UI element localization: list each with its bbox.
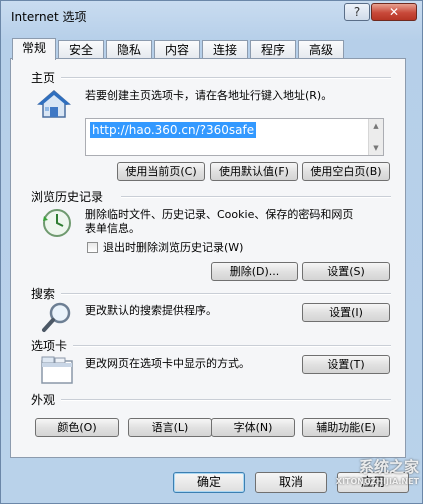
use-current-button[interactable]: 使用当前页(C) xyxy=(117,162,205,181)
use-blank-button[interactable]: 使用空白页(B) xyxy=(302,162,390,181)
title-bar[interactable]: Internet 选项 ? ✕ xyxy=(1,1,422,31)
tabs-section-title: 选项卡 xyxy=(31,339,68,353)
tab-privacy[interactable]: 隐私 xyxy=(106,40,152,59)
general-tab-panel: 主页 若要创建主页选项卡，请在各地址行键入地址(R)。 http://hao.3… xyxy=(10,58,406,458)
tab-advanced[interactable]: 高级 xyxy=(298,40,344,59)
watermark-line2: XITONGZHIJIA.NET xyxy=(335,477,419,486)
search-settings-button[interactable]: 设置(I) xyxy=(302,303,390,322)
url-scrollbar[interactable]: ▲ ▼ xyxy=(368,119,383,155)
magnifier-icon xyxy=(42,302,71,332)
tab-security[interactable]: 安全 xyxy=(58,40,104,59)
history-description-line1: 删除临时文件、历史记录、Cookie、保存的密码和网页 xyxy=(85,208,354,221)
search-section-title: 搜索 xyxy=(31,287,56,301)
home-description: 若要创建主页选项卡，请在各地址行键入地址(R)。 xyxy=(85,89,333,102)
window-title: Internet 选项 xyxy=(11,10,87,24)
house-icon xyxy=(37,90,71,118)
watermark-line1: 系统之家 xyxy=(358,458,419,476)
delete-history-on-exit-checkbox[interactable] xyxy=(87,242,98,253)
fonts-button[interactable]: 字体(N) xyxy=(211,418,295,437)
history-settings-button[interactable]: 设置(S) xyxy=(302,262,390,281)
watermark-logo: 系统之家 XITONGZHIJIA.NET xyxy=(301,457,419,501)
history-separator xyxy=(121,196,391,198)
ok-button[interactable]: 确定 xyxy=(173,472,245,493)
tab-content[interactable]: 内容 xyxy=(154,40,200,59)
clock-history-icon xyxy=(43,209,71,237)
history-section-title: 浏览历史记录 xyxy=(31,190,104,204)
tabs-description: 更改网页在选项卡中显示的方式。 xyxy=(85,357,250,370)
languages-button[interactable]: 语言(L) xyxy=(128,418,212,437)
history-description-line2: 表单信息。 xyxy=(85,222,140,235)
scroll-up-icon[interactable]: ▲ xyxy=(369,119,383,133)
close-button[interactable]: ✕ xyxy=(371,3,417,21)
tab-general[interactable]: 常规 xyxy=(12,38,56,60)
accessibility-button[interactable]: 辅助功能(E) xyxy=(302,418,390,437)
tab-programs[interactable]: 程序 xyxy=(250,40,296,59)
tab-connections[interactable]: 连接 xyxy=(202,40,248,59)
search-separator xyxy=(61,293,391,295)
delete-history-button[interactable]: 删除(D)... xyxy=(211,262,298,281)
scroll-down-icon[interactable]: ▼ xyxy=(369,141,383,155)
appearance-separator xyxy=(61,399,391,401)
delete-history-on-exit-label[interactable]: 退出时删除浏览历史记录(W) xyxy=(103,241,243,255)
tabs-settings-button[interactable]: 设置(T) xyxy=(302,355,390,374)
home-url-textarea[interactable]: http://hao.360.cn/?360safe ▲ ▼ xyxy=(85,118,384,156)
home-url-text: http://hao.360.cn/?360safe xyxy=(90,122,257,138)
home-separator xyxy=(61,77,391,79)
tabs-separator xyxy=(73,345,391,347)
appearance-section-title: 外观 xyxy=(31,393,56,407)
colors-button[interactable]: 颜色(O) xyxy=(35,418,119,437)
internet-options-window: Internet 选项 ? ✕ 常规 安全 隐私 内容 连接 程序 高级 主页 … xyxy=(0,0,423,504)
tabbed-window-icon xyxy=(41,356,73,384)
search-description: 更改默认的搜索提供程序。 xyxy=(85,304,217,317)
use-default-button[interactable]: 使用默认值(F) xyxy=(210,162,298,181)
home-section-title: 主页 xyxy=(31,71,56,85)
help-button[interactable]: ? xyxy=(344,3,370,21)
